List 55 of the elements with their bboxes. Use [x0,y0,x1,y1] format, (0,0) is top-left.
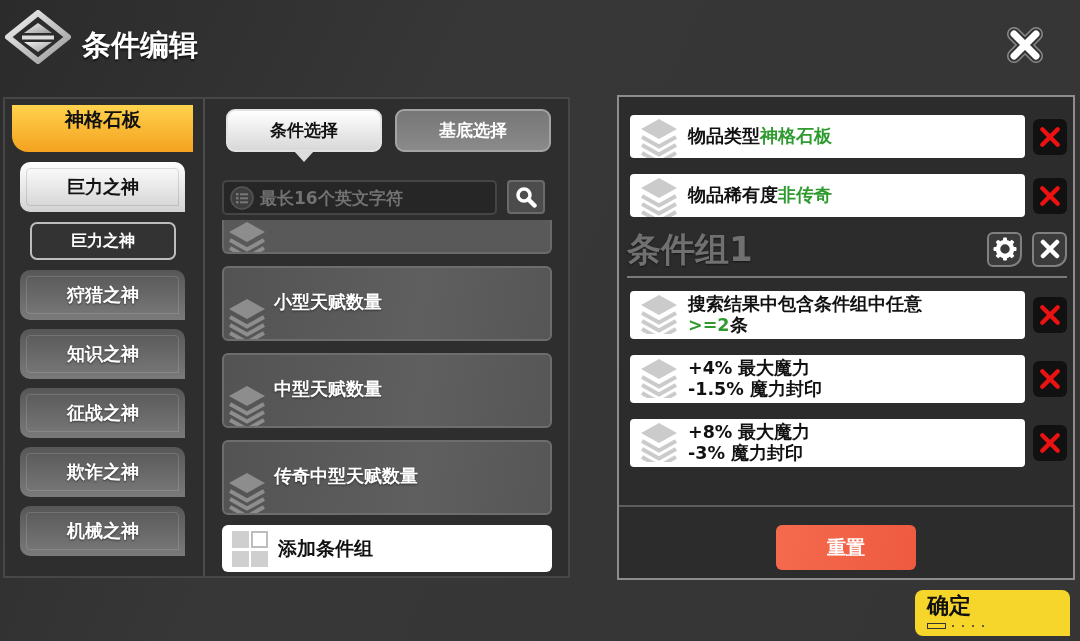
layers-icon [640,294,678,334]
sidebar-subitem[interactable]: 巨力之神 [30,222,176,260]
delete-button[interactable] [1033,297,1067,333]
window-title: 条件编辑 [82,27,198,63]
group-title: 条件组1 [627,228,753,271]
confirm-button[interactable]: 确定 [915,590,1070,636]
close-icon [1039,368,1061,390]
condition-text: +8% 最大魔力 -3% 魔力封印 [688,421,811,465]
close-icon [1039,432,1061,454]
layers-icon [228,221,266,252]
settings-icon [992,237,1017,261]
add-group-button[interactable]: 添加条件组 [222,525,552,572]
close-icon [1039,184,1061,207]
condition-text: 物品稀有度非传奇 [688,184,832,207]
condition-text: 物品类型神格石板 [688,125,832,148]
tab-pointer-icon [294,151,314,162]
delete-button[interactable] [1033,118,1067,155]
dots-icon [927,623,987,629]
search-field[interactable]: 最长16个英文字符 [222,180,497,215]
option-card[interactable]: 中型天赋数量 [222,353,552,428]
delete-button[interactable] [1033,177,1067,214]
sidebar-item[interactable]: 机械之神 [20,506,185,556]
close-button[interactable] [1005,25,1045,65]
emblem-icon [5,10,71,64]
layers-icon [640,422,678,462]
sidebar-item[interactable]: 征战之神 [20,388,185,438]
grid-icon [232,530,268,567]
sidebar-item[interactable]: 狩猎之神 [20,270,185,320]
close-icon [1039,239,1060,259]
delete-button[interactable] [1033,425,1067,461]
search-button[interactable] [507,180,545,214]
sidebar-item[interactable]: 知识之神 [20,329,185,379]
tab[interactable]: 基底选择 [395,109,551,152]
layers-icon [640,118,678,158]
close-icon [1039,125,1061,148]
category-header: 神格石板 [12,105,193,152]
layers-icon [640,177,678,217]
condition-text: 搜索结果中包含条件组中任意 >=2条 [688,293,922,337]
remove-group-button[interactable] [1032,231,1067,267]
settings-button[interactable] [987,231,1022,267]
sidebar-item[interactable]: 欺诈之神 [20,447,185,497]
close-icon [1005,25,1045,65]
layers-icon [640,358,678,398]
list-icon [230,185,254,210]
search-icon [515,186,537,208]
sidebar-item[interactable]: 巨力之神 [20,162,185,212]
layers-icon [228,472,266,513]
layers-icon [228,298,266,339]
layers-icon [228,385,266,426]
option-card[interactable]: 传奇中型天赋数量 [222,440,552,515]
option-card[interactable]: 小型天赋数量 [222,266,552,341]
close-icon [1039,304,1061,326]
delete-button[interactable] [1033,361,1067,397]
condition-text: +4% 最大魔力 -1.5% 魔力封印 [688,357,822,401]
tab[interactable]: 条件选择 [226,109,382,152]
